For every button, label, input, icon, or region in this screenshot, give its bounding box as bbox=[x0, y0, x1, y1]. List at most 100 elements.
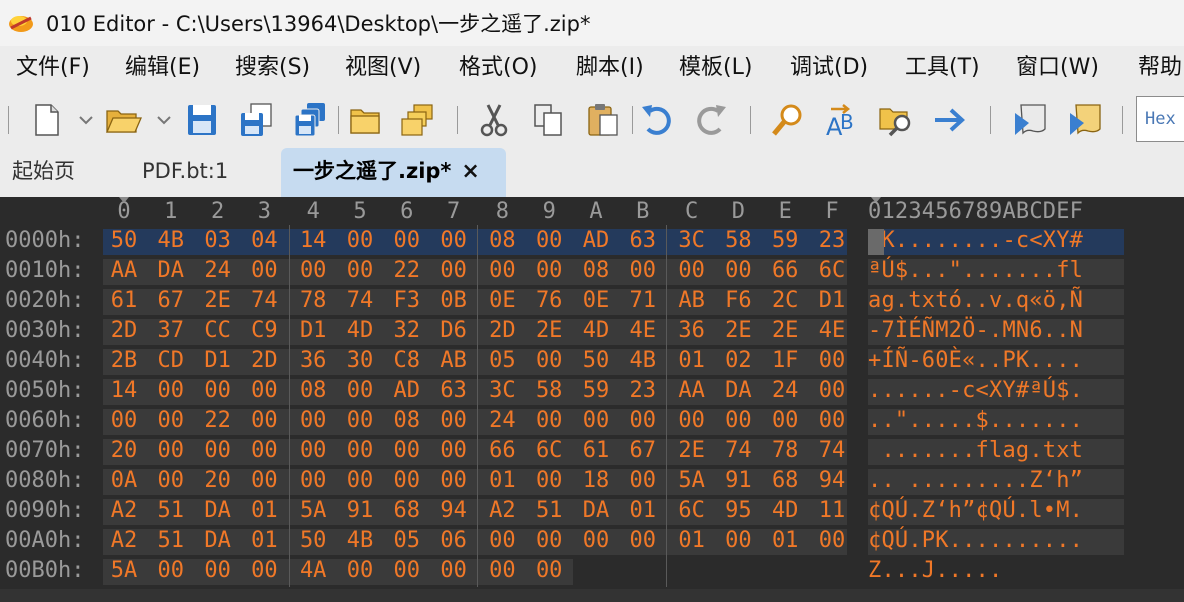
hex-byte[interactable]: 94 bbox=[439, 498, 469, 523]
hex-byte[interactable]: 2D bbox=[249, 348, 279, 373]
hex-byte[interactable]: 5A bbox=[298, 498, 328, 523]
hex-byte[interactable]: 00 bbox=[439, 228, 469, 253]
hex-byte[interactable]: AB bbox=[677, 288, 707, 313]
hex-byte[interactable]: 00 bbox=[817, 348, 847, 373]
hex-byte[interactable]: 05 bbox=[392, 528, 422, 553]
menu-help[interactable]: 帮助 bbox=[1138, 46, 1182, 92]
hex-byte[interactable]: 74 bbox=[249, 288, 279, 313]
hex-byte[interactable]: 68 bbox=[770, 468, 800, 493]
hex-byte[interactable]: 00 bbox=[345, 438, 375, 463]
hex-byte[interactable]: 00 bbox=[723, 258, 753, 283]
hex-byte[interactable]: 00 bbox=[298, 408, 328, 433]
hex-byte[interactable]: 32 bbox=[392, 318, 422, 343]
find-in-files-button[interactable] bbox=[874, 98, 918, 142]
hex-byte[interactable]: 00 bbox=[534, 228, 564, 253]
open-file-dropdown[interactable] bbox=[155, 106, 173, 134]
hex-byte[interactable]: 00 bbox=[581, 408, 611, 433]
menu-search[interactable]: 搜索(S) bbox=[235, 46, 310, 92]
menu-edit[interactable]: 编辑(E) bbox=[125, 46, 200, 92]
hex-byte[interactable]: 59 bbox=[581, 378, 611, 403]
ascii-text[interactable]: +ÍÑ-60È«..PK.... bbox=[868, 348, 1083, 373]
hex-byte[interactable]: 00 bbox=[487, 558, 517, 583]
hex-byte[interactable]: 71 bbox=[628, 288, 658, 313]
hex-byte[interactable]: 95 bbox=[723, 498, 753, 523]
hex-byte[interactable]: 61 bbox=[581, 438, 611, 463]
hex-byte[interactable]: 4D bbox=[770, 498, 800, 523]
hex-byte[interactable]: 4B bbox=[156, 228, 186, 253]
hex-byte[interactable]: D1 bbox=[203, 348, 233, 373]
hex-byte[interactable]: 01 bbox=[677, 528, 707, 553]
hex-byte[interactable]: 00 bbox=[249, 378, 279, 403]
hex-byte[interactable]: CC bbox=[203, 318, 233, 343]
hex-byte[interactable]: 6C bbox=[677, 498, 707, 523]
hex-byte[interactable]: AD bbox=[392, 378, 422, 403]
hex-byte[interactable]: 0E bbox=[581, 288, 611, 313]
hex-byte[interactable]: 61 bbox=[109, 288, 139, 313]
hex-byte[interactable]: 4A bbox=[298, 558, 328, 583]
hex-byte[interactable]: 36 bbox=[298, 348, 328, 373]
hex-byte[interactable]: DA bbox=[581, 498, 611, 523]
ascii-text[interactable]: ¢QÚ.Z‘h”¢QÚ.l•M. bbox=[868, 498, 1083, 523]
goto-button[interactable] bbox=[928, 98, 972, 142]
hex-byte[interactable]: 2E bbox=[203, 288, 233, 313]
hex-byte[interactable]: 4B bbox=[628, 348, 658, 373]
save-as-button[interactable] bbox=[234, 98, 278, 142]
save-all-button[interactable] bbox=[288, 98, 332, 142]
menu-format[interactable]: 格式(O) bbox=[459, 46, 537, 92]
hex-byte[interactable]: 00 bbox=[345, 408, 375, 433]
hex-byte[interactable]: 2E bbox=[770, 318, 800, 343]
hex-byte[interactable]: 00 bbox=[439, 408, 469, 433]
hex-byte[interactable]: A2 bbox=[487, 498, 517, 523]
hex-byte[interactable]: 00 bbox=[298, 468, 328, 493]
hex-byte[interactable]: 91 bbox=[345, 498, 375, 523]
hex-byte[interactable]: 2E bbox=[677, 438, 707, 463]
hex-byte[interactable]: D1 bbox=[298, 318, 328, 343]
hex-byte[interactable]: C8 bbox=[392, 348, 422, 373]
hex-byte[interactable]: 2B bbox=[109, 348, 139, 373]
hex-byte[interactable]: 00 bbox=[534, 408, 564, 433]
hex-byte[interactable]: 6C bbox=[817, 258, 847, 283]
ascii-text[interactable]: ......-c<XY#ªÚ$. bbox=[868, 378, 1083, 403]
hex-byte[interactable]: AB bbox=[439, 348, 469, 373]
hex-byte[interactable]: 00 bbox=[534, 528, 564, 553]
hex-byte[interactable]: 0A bbox=[109, 468, 139, 493]
hex-byte[interactable]: 00 bbox=[345, 378, 375, 403]
hex-byte[interactable]: 08 bbox=[392, 408, 422, 433]
ascii-text[interactable]: PK........-c<XY# bbox=[868, 228, 1083, 253]
hex-byte[interactable]: 63 bbox=[628, 228, 658, 253]
hex-byte[interactable]: 14 bbox=[109, 378, 139, 403]
hex-byte[interactable]: 74 bbox=[723, 438, 753, 463]
hex-byte[interactable]: 00 bbox=[817, 408, 847, 433]
hex-byte[interactable]: 1F bbox=[770, 348, 800, 373]
hex-byte[interactable]: 91 bbox=[723, 468, 753, 493]
menu-tools[interactable]: 工具(T) bbox=[905, 46, 980, 92]
hex-byte[interactable]: 00 bbox=[628, 468, 658, 493]
copy-button[interactable] bbox=[526, 98, 570, 142]
hex-byte[interactable]: 36 bbox=[677, 318, 707, 343]
hex-byte[interactable]: 4D bbox=[345, 318, 375, 343]
hex-byte[interactable]: 00 bbox=[392, 468, 422, 493]
hex-byte[interactable]: A2 bbox=[109, 528, 139, 553]
hex-byte[interactable]: 00 bbox=[439, 258, 469, 283]
hex-byte[interactable]: 50 bbox=[298, 528, 328, 553]
hex-byte[interactable]: 00 bbox=[392, 228, 422, 253]
hex-byte[interactable]: DA bbox=[723, 378, 753, 403]
hex-byte[interactable]: 01 bbox=[770, 528, 800, 553]
hex-byte[interactable]: 63 bbox=[439, 378, 469, 403]
hex-byte[interactable]: 2D bbox=[487, 318, 517, 343]
ascii-text[interactable]: ..".....$....... bbox=[868, 408, 1083, 433]
hex-byte[interactable]: 51 bbox=[534, 498, 564, 523]
redo-button[interactable] bbox=[689, 98, 733, 142]
hex-byte[interactable]: 22 bbox=[203, 408, 233, 433]
hex-byte[interactable]: 18 bbox=[581, 468, 611, 493]
paste-button[interactable] bbox=[581, 98, 625, 142]
hex-byte[interactable]: 00 bbox=[249, 408, 279, 433]
hex-byte[interactable]: 22 bbox=[392, 258, 422, 283]
hex-byte[interactable]: 00 bbox=[298, 258, 328, 283]
hex-byte[interactable]: 00 bbox=[439, 438, 469, 463]
new-file-button[interactable] bbox=[24, 98, 68, 142]
hex-byte[interactable]: 51 bbox=[156, 528, 186, 553]
hex-byte[interactable]: 00 bbox=[203, 438, 233, 463]
hex-editor[interactable]: 0123456789ABCDEF 0123456789ABCDEF 0000h:… bbox=[0, 197, 1184, 602]
hex-byte[interactable]: 24 bbox=[203, 258, 233, 283]
